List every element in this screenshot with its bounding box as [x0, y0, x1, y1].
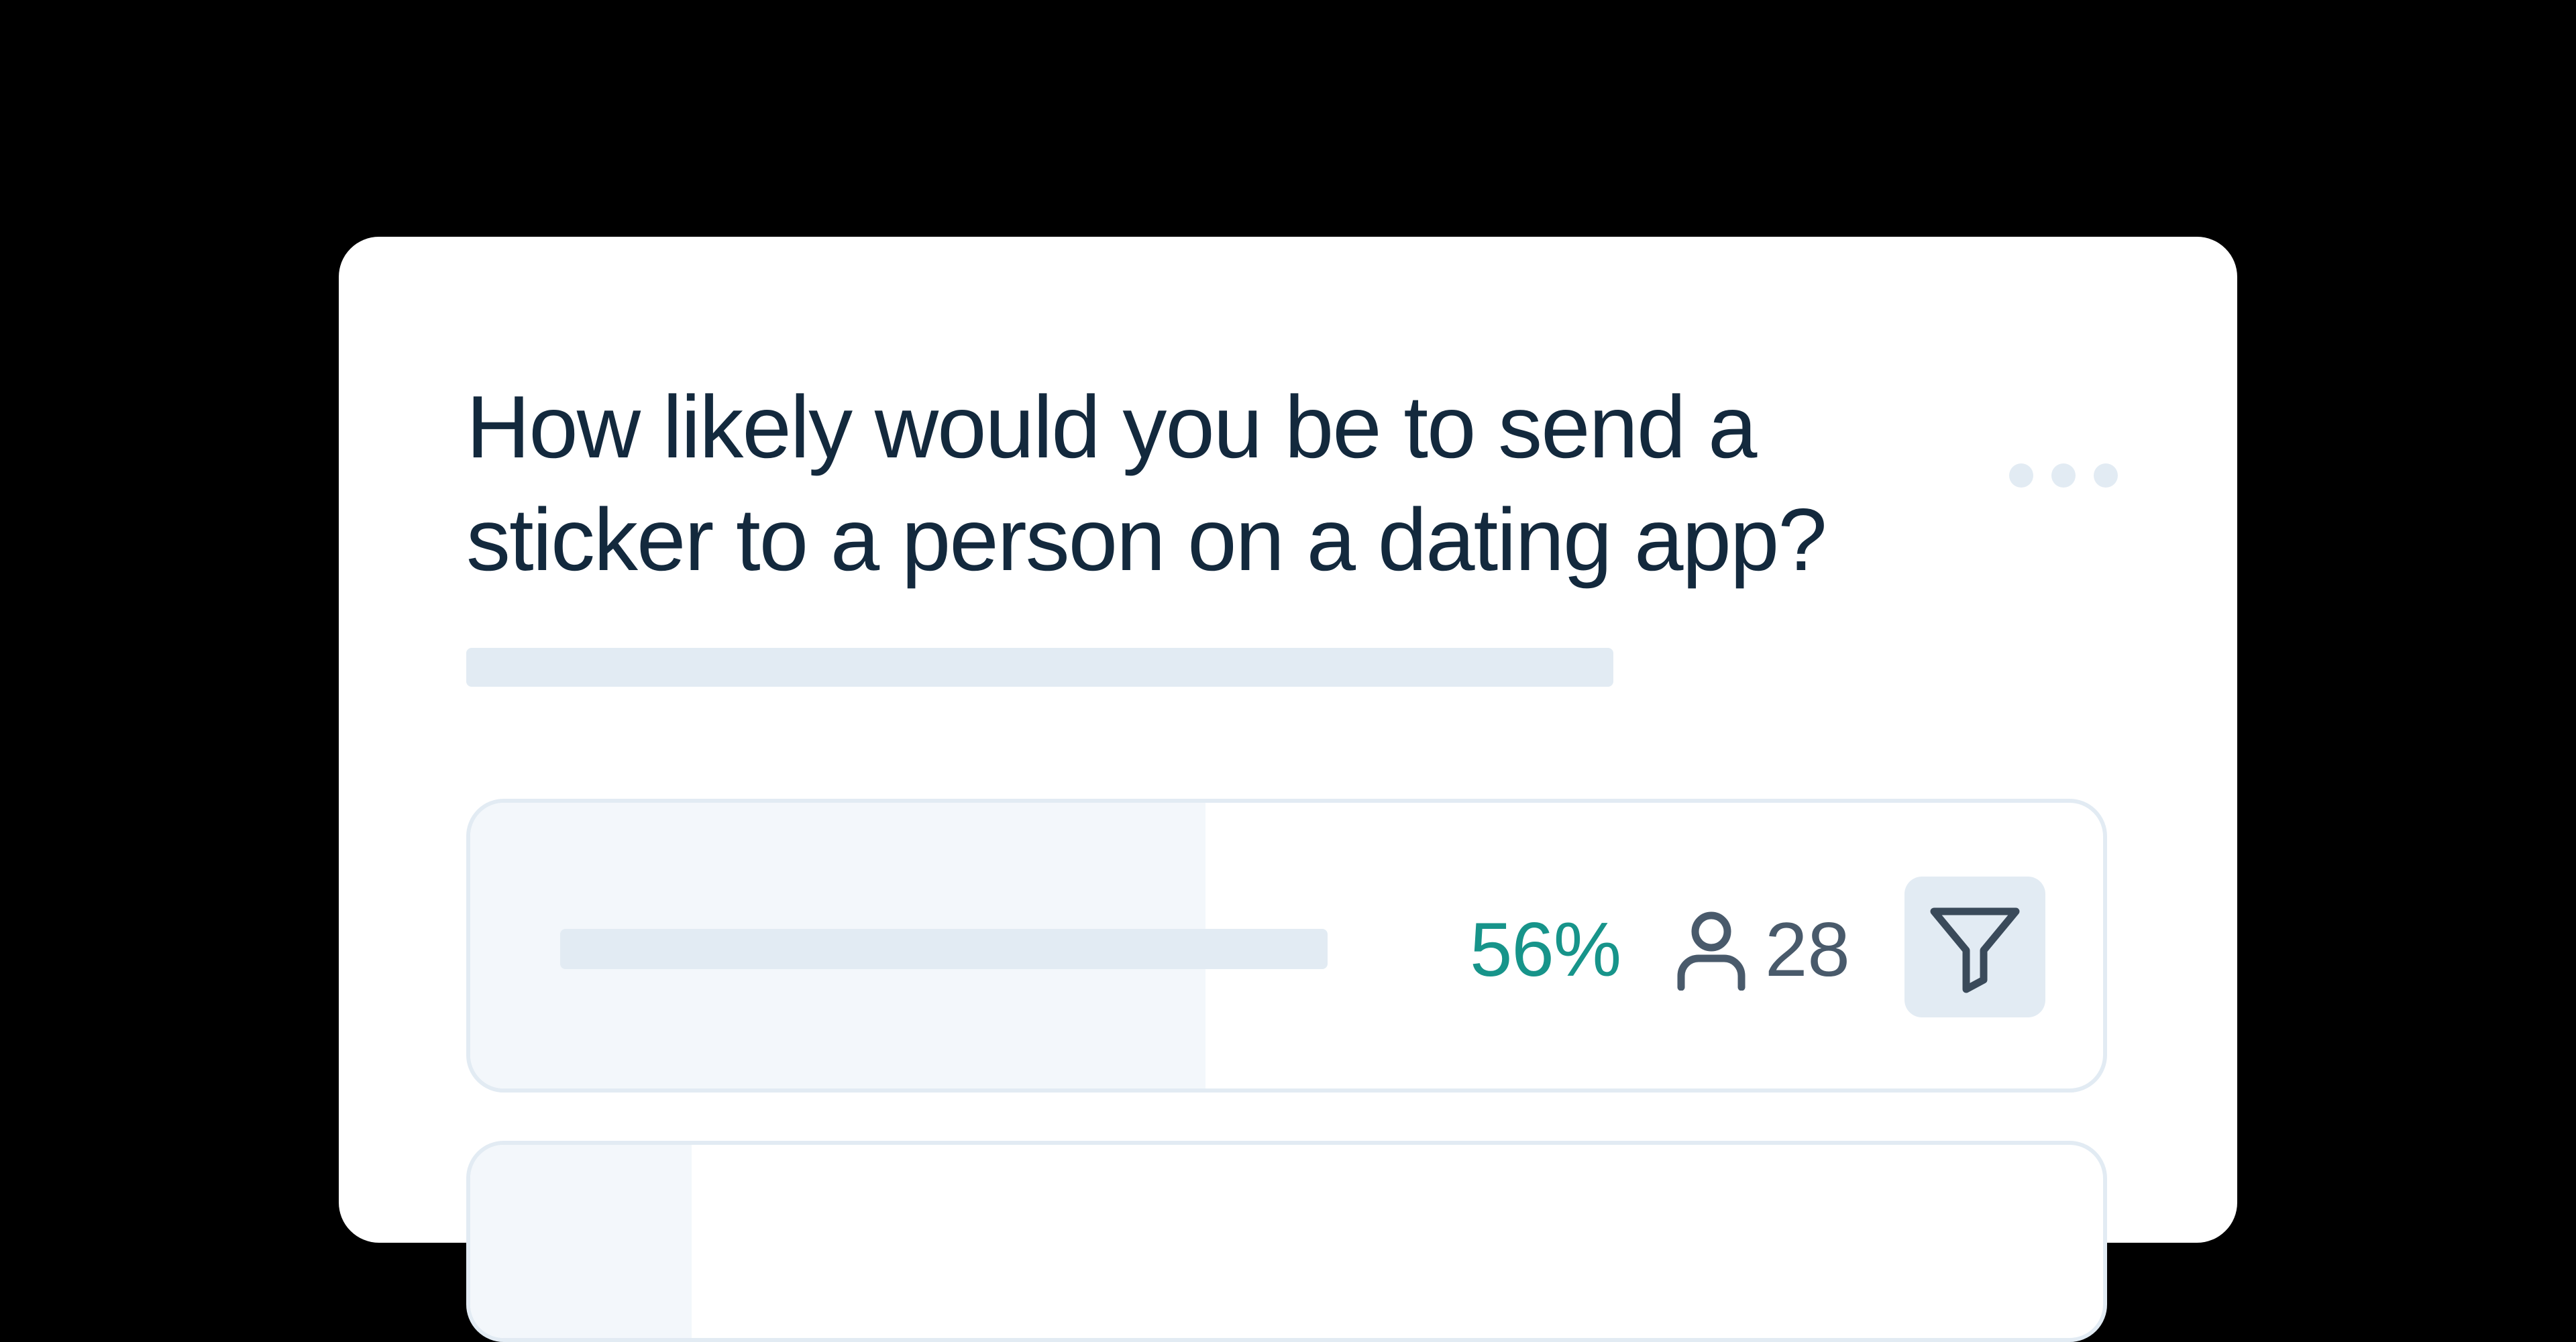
option-percent: 56%	[1470, 907, 1621, 993]
poll-option-1[interactable]: 56% 28	[466, 799, 2107, 1093]
option-label-placeholder	[560, 929, 1328, 969]
poll-option-2[interactable]	[466, 1141, 2107, 1342]
more-dot-icon	[2051, 463, 2076, 488]
more-options-button[interactable]	[2009, 462, 2118, 489]
more-dot-icon	[2009, 463, 2033, 488]
description-placeholder	[466, 648, 1613, 687]
user-icon	[1674, 909, 1748, 991]
option-respondent-count: 28	[1765, 907, 1850, 993]
poll-card: How likely would you be to send a sticke…	[339, 237, 2237, 1342]
more-dot-icon	[2094, 463, 2118, 488]
filter-button[interactable]	[1904, 877, 2045, 1017]
poll-question: How likely would you be to send a sticke…	[466, 378, 1827, 589]
filter-funnel-icon	[1930, 907, 2020, 993]
option-result-fill	[470, 1145, 692, 1338]
